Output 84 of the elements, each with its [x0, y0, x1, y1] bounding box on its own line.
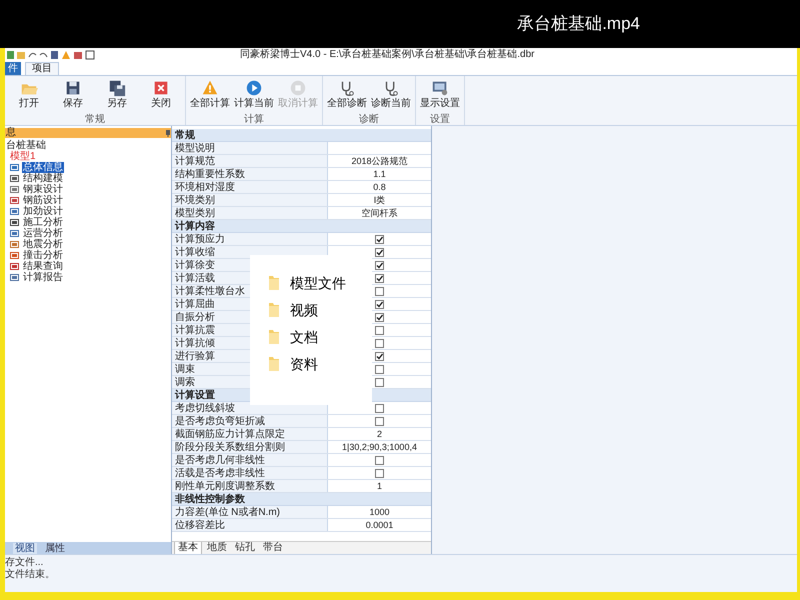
tree-item[interactable]: 撞击分析: [22, 250, 64, 261]
property-label: 计算预应力: [172, 233, 328, 245]
pin-icon[interactable]: [166, 130, 170, 136]
checkbox[interactable]: [375, 456, 384, 464]
ribbon-tab[interactable]: 件: [5, 62, 21, 75]
checkbox[interactable]: [375, 234, 384, 244]
tree-item[interactable]: 钢束设计: [22, 184, 64, 195]
tree-item[interactable]: 施工分析: [22, 217, 64, 228]
folder-icon: [268, 302, 280, 318]
group-label: 诊断: [359, 114, 379, 125]
monitor-icon: [431, 79, 449, 97]
checkbox[interactable]: [375, 286, 384, 296]
window-title: 同豪桥梁博士V4.0 - E:\承台桩基础案例\承台桩基础\承台桩基础.dbr: [240, 48, 534, 62]
tree-item[interactable]: 加劲设计: [22, 206, 64, 217]
checkbox[interactable]: [375, 274, 384, 282]
checkbox[interactable]: [375, 378, 384, 386]
property-label: 模型类别: [172, 207, 328, 219]
close-icon: [152, 79, 170, 97]
tree-item[interactable]: 总体信息: [22, 162, 64, 173]
property-label: 环境相对湿度: [172, 181, 328, 193]
floppy-disks-icon: [108, 79, 126, 97]
property-label: 结构重要性系数: [172, 168, 328, 180]
checkbox[interactable]: [375, 468, 384, 478]
status-text: 存文件...: [5, 557, 44, 568]
property-label: 力容差(单位 N或者N.m): [172, 506, 328, 518]
section-header[interactable]: 非线性控制参数: [172, 493, 431, 506]
group-label: 计算: [244, 114, 264, 125]
folder-icon: [268, 329, 280, 345]
tree-item[interactable]: 台桩基础: [5, 140, 47, 151]
checkbox[interactable]: [375, 326, 384, 334]
property-label: 计算规范: [172, 155, 328, 167]
tab[interactable]: 地质: [204, 542, 230, 554]
tree-item[interactable]: 运营分析: [22, 228, 64, 239]
ribbon-button[interactable]: 计算当前: [233, 76, 275, 114]
checkbox[interactable]: [375, 312, 384, 322]
section-header[interactable]: 常规: [172, 129, 431, 142]
warning-icon: [201, 79, 219, 97]
video-title: 承台桩基础.mp4: [517, 13, 640, 36]
property-label: 位移容差比: [172, 519, 328, 531]
checkbox[interactable]: [375, 404, 384, 412]
tree-item[interactable]: 钢筋设计: [22, 195, 64, 206]
checkbox[interactable]: [375, 416, 384, 426]
play-icon: [245, 79, 263, 97]
tab[interactable]: 基本: [174, 542, 202, 554]
property-label: 环境类别: [172, 194, 328, 206]
section-header[interactable]: 计算内容: [172, 220, 431, 233]
property-label: 刚性单元刚度调整系数: [172, 480, 328, 492]
checkbox[interactable]: [375, 352, 384, 360]
panel-tab[interactable]: 视图: [13, 542, 37, 554]
ribbon-button[interactable]: 全部诊断: [326, 76, 368, 114]
folder-icon: [268, 356, 280, 372]
property-label: 活载是否考虑非线性: [172, 467, 328, 479]
tab[interactable]: 带台: [260, 542, 286, 554]
ribbon-tab[interactable]: 项目: [25, 62, 59, 75]
status-text: 文件结束。: [5, 569, 56, 581]
tree-item[interactable]: 结果查询: [22, 261, 64, 272]
property-label: 模型说明: [172, 142, 328, 154]
ribbon-button[interactable]: 另存: [96, 76, 138, 114]
checkbox[interactable]: [375, 338, 384, 348]
ribbon-button[interactable]: 显示设置: [419, 76, 461, 114]
ribbon-button[interactable]: 保存: [52, 76, 94, 114]
tree-item[interactable]: 结构建模: [22, 173, 64, 184]
checkbox[interactable]: [375, 260, 384, 270]
tree-item[interactable]: 地震分析: [22, 239, 64, 250]
checkbox[interactable]: [375, 364, 384, 374]
tree-item[interactable]: 计算报告: [22, 272, 64, 283]
property-label: 是否考虑负弯矩折减: [172, 415, 328, 427]
ribbon-button[interactable]: 关闭: [140, 76, 182, 114]
group-label: 设置: [430, 114, 450, 125]
panel-tab[interactable]: 属性: [43, 542, 67, 554]
folder-icon: [268, 275, 280, 291]
ribbon-button[interactable]: 诊断当前: [370, 76, 412, 114]
property-label: 截面钢筋应力计算点限定: [172, 428, 328, 440]
property-label: 阶段分段关系数组分割则: [172, 441, 328, 453]
ribbon-button[interactable]: 打开: [8, 76, 50, 114]
stop-icon: [289, 79, 307, 97]
tab[interactable]: 钻孔: [232, 542, 258, 554]
panel-title: 息: [6, 128, 16, 138]
property-label: 是否考虑几何非线性: [172, 454, 328, 466]
checkbox[interactable]: [375, 300, 384, 308]
checkbox[interactable]: [375, 248, 384, 256]
group-label: 常规: [85, 114, 105, 125]
ribbon-button[interactable]: 全部计算: [189, 76, 231, 114]
tree-item[interactable]: 模型1: [9, 151, 37, 162]
